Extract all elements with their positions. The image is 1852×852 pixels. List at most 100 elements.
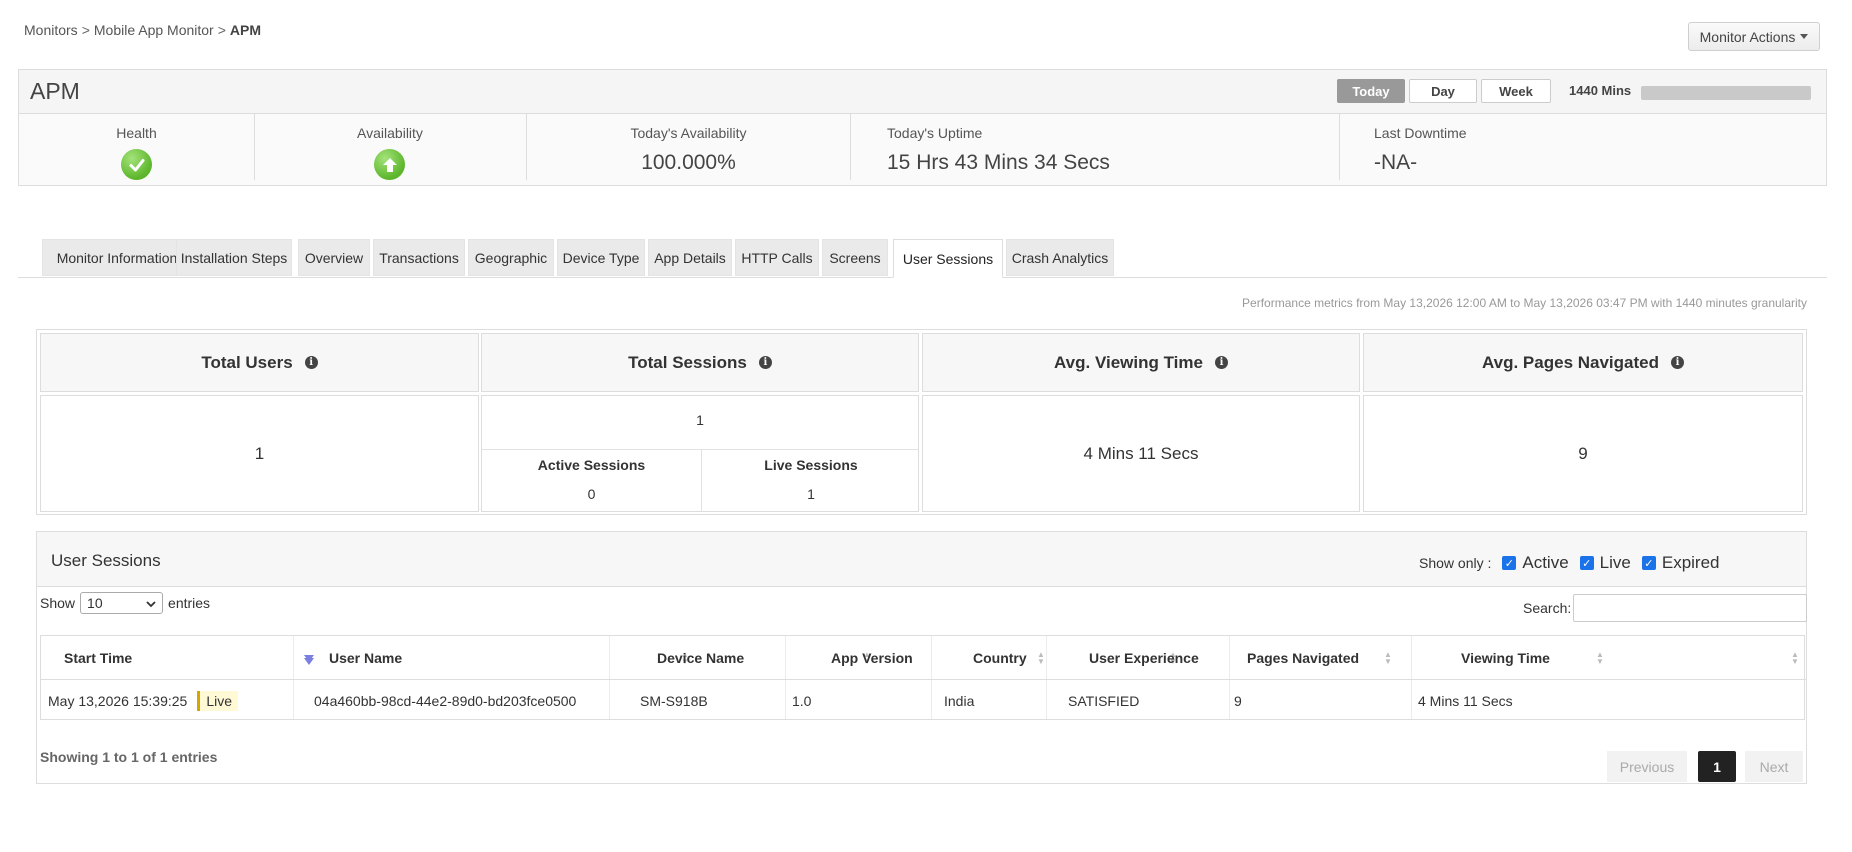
live-sessions-value: 1: [807, 486, 815, 502]
period-today-button[interactable]: Today: [1337, 79, 1405, 103]
search-label: Search:: [1523, 600, 1572, 616]
total-users-label: Total Users: [201, 352, 293, 372]
filter-active-label: Active: [1522, 553, 1569, 572]
column-label: Pages Navigated: [1247, 649, 1360, 666]
avg-viewing-time-cell: 4 Mins 11 Secs: [922, 395, 1360, 512]
up-arrow-circle-icon: [374, 149, 405, 180]
table-cell-device-name: SM-S918B: [640, 692, 708, 709]
page-size-control: Show 10 entries: [40, 592, 210, 614]
availability-metric: Availability: [255, 114, 525, 186]
checkbox-checked-icon[interactable]: ✓: [1579, 556, 1594, 570]
active-sessions-value: 0: [587, 486, 596, 502]
column-header-app-version[interactable]: App Version: [785, 636, 931, 680]
checkbox-checked-icon[interactable]: ✓: [1641, 556, 1656, 570]
tab-http-calls[interactable]: HTTP Calls: [735, 239, 819, 276]
breadcrumb-mobile-app-monitor[interactable]: Mobile App Monitor: [94, 22, 214, 38]
divider: [1339, 114, 1340, 180]
info-icon[interactable]: i: [1214, 356, 1228, 369]
column-label: Device Name: [657, 649, 745, 666]
avg-pages-navigated-header: Avg. Pages Navigated i: [1363, 333, 1803, 392]
breadcrumb-separator: >: [217, 22, 226, 38]
column-label: Country: [973, 649, 1027, 666]
info-icon[interactable]: i: [304, 356, 318, 369]
tab-transactions[interactable]: Transactions: [373, 239, 465, 276]
search-input[interactable]: [1573, 594, 1808, 622]
tab-geographic[interactable]: Geographic: [468, 239, 554, 276]
page-title: APM: [30, 78, 80, 104]
monitor-actions-button[interactable]: Monitor Actions: [1688, 22, 1820, 51]
avg-pages-navigated-cell: 9: [1363, 395, 1803, 512]
tab-installation-steps[interactable]: Installation Steps: [176, 239, 292, 276]
column-label: Start Time: [64, 649, 133, 666]
column-label: User Experience: [1089, 649, 1199, 666]
last-downtime-metric: Last Downtime -NA-: [1374, 114, 1774, 186]
show-only-label: Show only :: [1419, 555, 1492, 571]
column-header-device-name[interactable]: Device Name: [609, 636, 785, 680]
column-label: User Name: [329, 649, 403, 666]
tab-crash-analytics[interactable]: Crash Analytics: [1006, 239, 1114, 276]
user-sessions-header: User Sessions Show only : ✓ Active ✓ Liv…: [37, 532, 1806, 587]
health-metric: Health: [19, 114, 254, 186]
table-cell-country: India: [944, 692, 975, 709]
divider: [850, 114, 851, 180]
table-cell-user-name[interactable]: 04a460bb-98cd-44e2-89d0-bd203fce0500: [293, 681, 609, 720]
period-day-button[interactable]: Day: [1409, 79, 1477, 103]
filter-expired-label: Expired: [1661, 553, 1720, 572]
checkbox-checked-icon[interactable]: ✓: [1502, 556, 1517, 570]
tab-user-sessions[interactable]: User Sessions: [893, 239, 1003, 278]
show-label: Show: [40, 595, 76, 611]
tab-app-details[interactable]: App Details: [648, 239, 732, 276]
todays-availability-value: 100.000%: [641, 151, 736, 174]
filter-active[interactable]: ✓ Active: [1502, 553, 1569, 573]
caret-down-icon: [1800, 34, 1809, 39]
column-header-user-name[interactable]: User Name: [293, 636, 609, 680]
avg-pages-navigated-value: 9: [1578, 444, 1588, 463]
period-week-button[interactable]: Week: [1481, 79, 1551, 103]
table-info: Showing 1 to 1 of 1 entries: [40, 749, 218, 765]
entries-label: entries: [168, 595, 211, 611]
breadcrumb-current: APM: [229, 22, 262, 38]
session-stats-panel: Total Users i Total Sessions i Avg. View…: [36, 329, 1807, 515]
tab-device-type[interactable]: Device Type: [557, 239, 645, 276]
tab-monitor-information[interactable]: Monitor Information: [42, 239, 192, 276]
granularity-slider[interactable]: [1641, 86, 1811, 100]
column-label: App Version: [831, 649, 913, 666]
filter-live[interactable]: ✓ Live: [1579, 553, 1631, 573]
previous-page-button[interactable]: Previous: [1607, 751, 1687, 782]
chevron-down-icon: [146, 595, 156, 611]
sort-icon[interactable]: ▲ ▼: [1791, 651, 1799, 666]
breadcrumb: Monitors > Mobile App Monitor > APM: [24, 22, 261, 38]
monitor-summary-panel: APM Today Day Week 1440 Mins Health Avai…: [18, 69, 1827, 186]
avg-viewing-time-value: 4 Mins 11 Secs: [1083, 444, 1199, 463]
info-icon[interactable]: i: [1671, 356, 1684, 369]
column-header-pages-navigated[interactable]: Pages Navigated: [1229, 636, 1411, 680]
table-cell-pages-navigated: 9: [1234, 692, 1242, 709]
avg-viewing-time-header: Avg. Viewing Time i: [922, 333, 1360, 392]
avg-viewing-time-label: Avg. Viewing Time: [1054, 352, 1203, 372]
todays-availability-metric: Today's Availability 100.000%: [527, 114, 850, 186]
tab-screens[interactable]: Screens: [822, 239, 888, 276]
column-header-user-experience[interactable]: User Experience: [1046, 636, 1229, 680]
user-sessions-table: Start Time User Name ▲ ▼ Device Name ▲ ▼ A…: [40, 635, 1806, 720]
total-users-header: Total Users i: [40, 333, 479, 392]
status-badge: Live: [197, 690, 239, 711]
page-size-select[interactable]: 10: [80, 592, 164, 614]
availability-label: Availability: [357, 125, 423, 141]
tab-overview[interactable]: Overview: [298, 239, 370, 276]
info-icon[interactable]: i: [758, 356, 772, 369]
todays-uptime-metric: Today's Uptime 15 Hrs 43 Mins 34 Secs: [887, 114, 1327, 186]
next-page-button[interactable]: Next: [1745, 751, 1803, 782]
page-1-button[interactable]: 1: [1698, 751, 1736, 782]
check-circle-icon: [121, 149, 152, 180]
filter-expired[interactable]: ✓ Expired: [1641, 553, 1720, 573]
column-header-viewing-time[interactable]: Viewing Time: [1411, 636, 1806, 680]
total-sessions-cell: 1 Active Sessions 0 Live Sessions 1: [481, 395, 919, 512]
table-cell-app-version: 1.0: [792, 692, 812, 709]
table-cell-user-experience: SATISFIED: [1068, 692, 1140, 709]
total-sessions-label: Total Sessions: [628, 352, 747, 372]
column-header-start-time[interactable]: Start Time: [41, 636, 314, 680]
column-header-country[interactable]: Country: [931, 636, 1046, 680]
tab-bar: Monitor Information Installation Steps O…: [18, 239, 1827, 278]
metrics-row: Health Availability Today's Availability…: [19, 113, 1826, 185]
breadcrumb-monitors[interactable]: Monitors: [24, 22, 78, 38]
